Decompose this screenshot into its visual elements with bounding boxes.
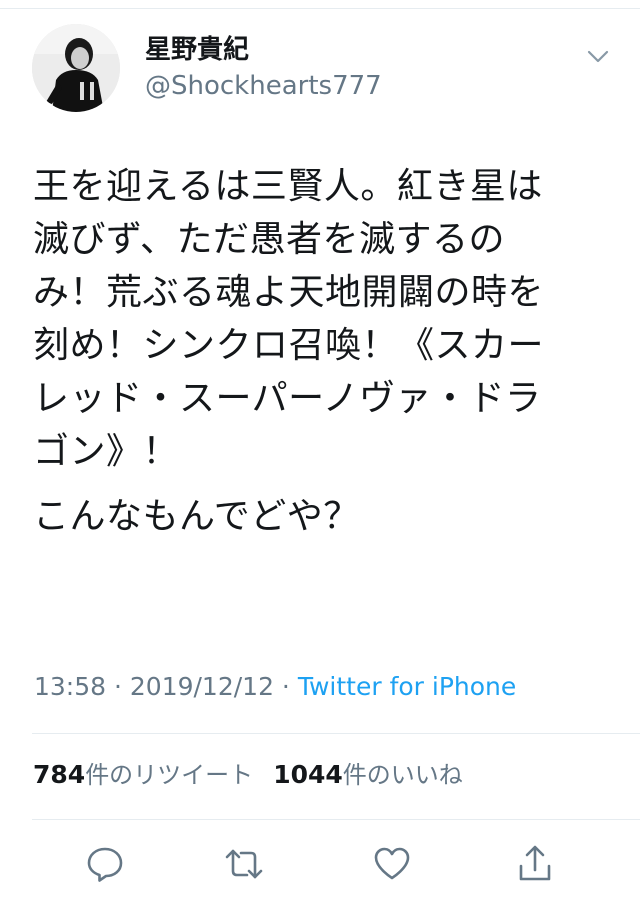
chevron-down-icon[interactable] [586,44,610,68]
tweet-stats: 784件のリツイート 1044件のいいね [33,758,463,792]
divider [32,819,640,820]
tweet-time: 13:58 [34,672,107,701]
share-icon [519,845,551,881]
retweet-button[interactable] [223,843,265,885]
divider [32,733,640,734]
heart-icon [374,847,410,880]
tweet-text-paragraph: こんなもんでどや？ [33,496,360,537]
meta-separator: · [106,672,130,701]
meta-separator: · [273,672,298,701]
likes-stat[interactable]: 1044件のいいね [273,760,463,789]
tweet-text: 王を迎えるは三賢人。紅き星は 滅びず、ただ愚者を滅するの み！荒ぶる魂よ天地開闢… [33,160,613,543]
tweet-text-line: み！荒ぶる魂よ天地開闢の時を [33,272,545,313]
tweet-text-line: ゴン》！ [33,431,180,472]
likes-count: 1044 [273,760,343,789]
tweet-text-line: レッド・スーパーノヴァ・ドラ [33,378,542,419]
avatar-photo [32,24,120,112]
likes-label: 件のいいね [342,761,463,789]
tweet-source-link[interactable]: Twitter for iPhone [298,672,516,701]
tweet-text-line: 王を迎えるは三賢人。紅き星は [33,166,543,207]
user-handle[interactable]: @Shockhearts777 [145,70,382,102]
tweet-text-line: 滅びず、ただ愚者を滅するの [33,219,505,260]
retweets-count: 784 [33,760,86,789]
like-button[interactable] [371,843,413,885]
avatar[interactable] [32,24,120,112]
reply-button[interactable] [84,843,126,885]
retweet-icon [225,849,263,879]
share-button[interactable] [514,843,556,885]
display-name[interactable]: 星野貴紀 [145,34,249,66]
tweet-text-line: 刻め！シンクロ召喚！《スカー [33,325,545,366]
tweet-date: 2019/12/12 [129,672,274,701]
retweets-stat[interactable]: 784件のリツイート [33,760,254,789]
retweets-label: 件のリツイート [85,761,254,789]
tweet-meta: 13:58 · 2019/12/12 · Twitter for iPhone [34,670,516,704]
top-divider [0,8,640,9]
reply-icon [87,847,123,882]
